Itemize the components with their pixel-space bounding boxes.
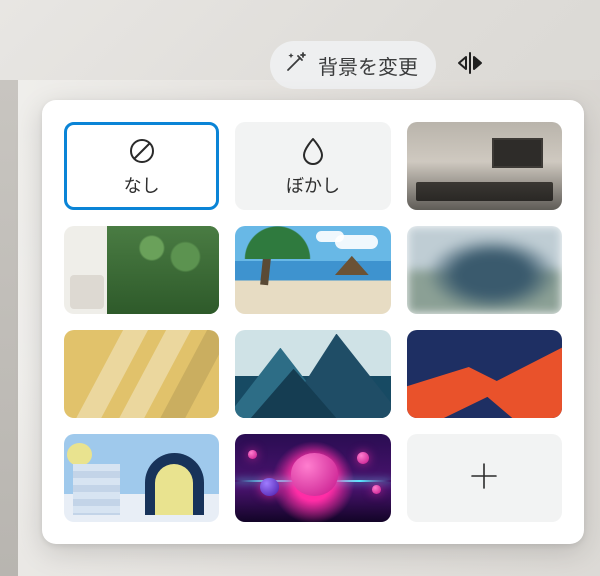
mirror-icon — [456, 51, 484, 80]
bg-option-none[interactable]: なし — [64, 122, 219, 210]
bg-option-pastel-3d[interactable] — [64, 434, 219, 522]
background-grid: なし ぼかし — [64, 122, 562, 522]
thumbnail-neon — [235, 434, 390, 522]
bg-option-office[interactable] — [407, 122, 562, 210]
toolbar: 背景を変更 — [270, 40, 498, 90]
thumbnail-blurred-landscape — [407, 226, 562, 314]
bg-option-orange-abstract[interactable] — [407, 330, 562, 418]
thumbnail-office — [407, 122, 562, 210]
bg-option-forest[interactable] — [64, 226, 219, 314]
thumbnail-mountains — [235, 330, 390, 418]
bg-option-yellow-shadows[interactable] — [64, 330, 219, 418]
bg-option-neon[interactable] — [235, 434, 390, 522]
thumbnail-yellow-shadows — [64, 330, 219, 418]
none-icon — [125, 134, 159, 168]
thumbnail-forest — [64, 226, 219, 314]
blur-icon — [296, 134, 330, 168]
thumbnail-orange-abstract — [407, 330, 562, 418]
bg-option-beach[interactable] — [235, 226, 390, 314]
bg-option-blurred-landscape[interactable] — [407, 226, 562, 314]
bg-option-none-label: なし — [124, 172, 160, 198]
bg-option-add[interactable] — [407, 434, 562, 522]
bg-option-mountains[interactable] — [235, 330, 390, 418]
bg-option-blur[interactable]: ぼかし — [235, 122, 390, 210]
magic-wand-icon — [284, 50, 308, 80]
mirror-button[interactable] — [442, 41, 498, 89]
change-background-button[interactable]: 背景を変更 — [270, 41, 436, 89]
change-background-label: 背景を変更 — [318, 51, 418, 80]
thumbnail-pastel-3d — [64, 434, 219, 522]
thumbnail-beach — [235, 226, 390, 314]
background-picker-panel: なし ぼかし — [42, 100, 584, 544]
plus-icon — [467, 459, 501, 498]
bg-option-blur-label: ぼかし — [286, 172, 340, 198]
